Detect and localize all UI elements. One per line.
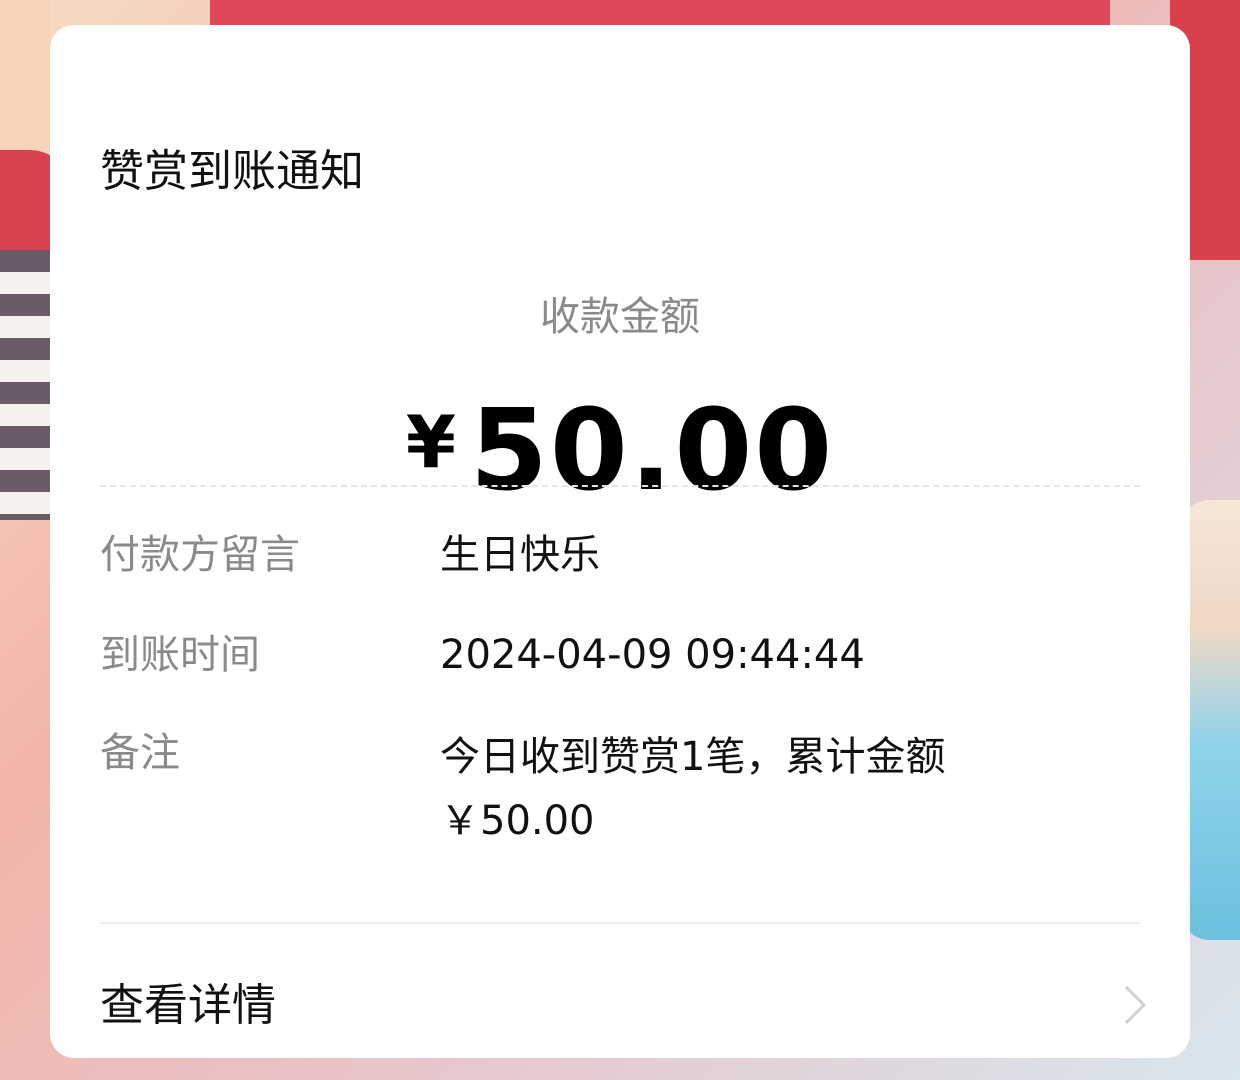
- arrival-time-label: 到账时间: [100, 632, 260, 678]
- view-details-label: 查看详情: [100, 980, 276, 1031]
- dashed-separator: [100, 485, 1140, 487]
- remark-value-line1: 今日收到赞赏1笔，累计金额: [440, 734, 946, 780]
- details-divider: [100, 922, 1140, 924]
- background-art-stripes: [0, 250, 52, 520]
- amount-value: 50.00: [469, 386, 835, 516]
- remark-value-line2: ￥50.00: [440, 798, 595, 844]
- amount-display: ¥50.00: [50, 380, 1190, 546]
- remark-label: 备注: [100, 730, 180, 776]
- reward-notification-card: 赞赏到账通知 收款金额 ¥50.00 付款方留言 生日快乐 到账时间 2024-…: [50, 25, 1190, 1058]
- view-details-button[interactable]: 查看详情: [50, 940, 1190, 1058]
- arrival-time-value: 2024-04-09 09:44:44: [440, 632, 865, 678]
- currency-symbol: ¥: [405, 400, 456, 484]
- payer-message-value: 生日快乐: [440, 532, 600, 578]
- chevron-right-icon: [1124, 985, 1147, 1025]
- amount-label: 收款金额: [540, 294, 700, 340]
- card-title: 赞赏到账通知: [100, 146, 364, 197]
- background-art-left-skin: [0, 0, 50, 150]
- remark-value: 今日收到赞赏1笔，累计金额 ￥50.00: [440, 725, 1140, 853]
- payer-message-label: 付款方留言: [100, 532, 300, 578]
